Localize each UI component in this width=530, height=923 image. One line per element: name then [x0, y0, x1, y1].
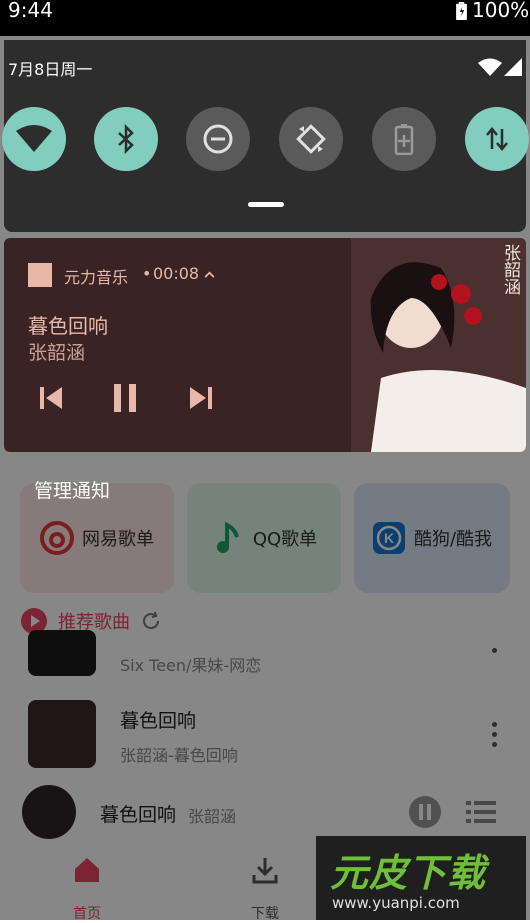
previous-track-icon[interactable] [38, 385, 64, 411]
do-not-disturb-icon [203, 124, 233, 154]
watermark-url: www.yuanpi.com [332, 894, 460, 912]
pause-icon[interactable] [112, 384, 138, 412]
mobile-data-icon [486, 127, 508, 151]
auto-rotate-icon [296, 124, 326, 154]
track-title: 暮色回响 [28, 314, 108, 338]
wifi-icon [16, 125, 52, 152]
watermark-logo: 元皮下载 www.yuanpi.com [316, 836, 526, 920]
notification-app-name: 元力音乐 [64, 268, 129, 287]
battery-percent: 100% [472, 0, 530, 22]
app-icon [28, 263, 52, 287]
cell-signal-icon [504, 58, 522, 76]
expand-collapse-icon[interactable] [204, 271, 215, 278]
bluetooth-icon [118, 124, 134, 154]
track-artist: 张韶涵 [28, 342, 86, 364]
header-separator: • [142, 264, 152, 283]
shade-date: 7月8日周一 [8, 60, 93, 79]
battery-saver-icon [394, 124, 414, 155]
status-bar: 9:44 100% [0, 0, 530, 36]
wifi-signal-icon [478, 58, 502, 76]
qs-wifi-toggle[interactable] [2, 107, 66, 171]
qs-rotate-toggle[interactable] [279, 107, 343, 171]
album-art-artist-name: 张韶涵 [500, 244, 520, 295]
watermark-brand: 元皮下载 [330, 851, 487, 895]
qs-mobile-data-toggle[interactable] [465, 107, 529, 171]
shade-drag-handle[interactable] [248, 202, 284, 207]
qs-battery-saver-toggle[interactable] [372, 107, 436, 171]
manage-notifications-button[interactable]: 管理通知 [34, 476, 110, 503]
playback-elapsed: 00:08 [153, 264, 200, 283]
qs-dnd-toggle[interactable] [186, 107, 250, 171]
battery-icon [456, 2, 467, 20]
status-time: 9:44 [8, 0, 53, 22]
next-track-icon[interactable] [188, 385, 214, 411]
media-notification[interactable]: 元力音乐 • 00:08 暮色回响 张韶涵 张韶涵 [4, 238, 526, 452]
qs-bluetooth-toggle[interactable] [94, 107, 158, 171]
quick-settings-panel: 7月8日周一 [2, 40, 529, 232]
